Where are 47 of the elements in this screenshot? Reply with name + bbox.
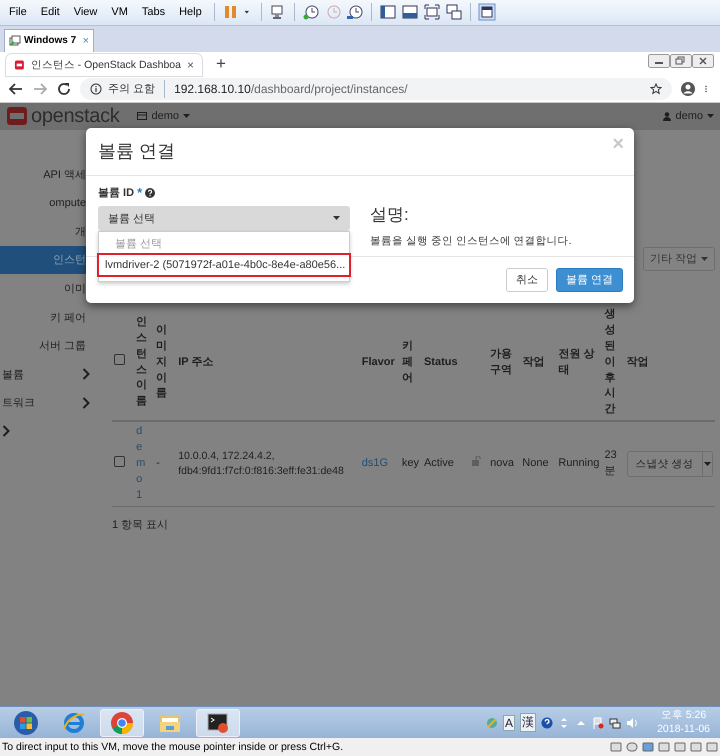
table-cell: None bbox=[520, 421, 556, 506]
volume-select[interactable]: 볼륨 선택 bbox=[98, 206, 350, 231]
logo-text: openstack bbox=[31, 104, 120, 128]
close-icon[interactable]: × bbox=[82, 34, 89, 47]
dropdown-option[interactable]: lvmdriver-2 (5071972f-a01e-4b0c-8e4e-a80e56... bbox=[97, 252, 351, 277]
menu-item[interactable]: Tabs bbox=[136, 6, 170, 18]
flavor-link[interactable]: ds1G bbox=[362, 457, 388, 470]
ime-button[interactable]: A bbox=[503, 714, 516, 731]
project-selector[interactable]: demo bbox=[137, 110, 190, 122]
dropdown-option[interactable]: 볼륨 선택 bbox=[99, 234, 349, 253]
table-cell: Running bbox=[556, 421, 603, 506]
sidebar-item[interactable]: 키 페어 bbox=[0, 302, 100, 332]
table-cell: 10.0.0.4, 172.24.4.2, fdb4:9fd1:f7cf:0:f816:3eff:fe31:de48 bbox=[176, 421, 360, 506]
user-menu[interactable]: demo bbox=[663, 110, 714, 122]
instance-link[interactable]: demo1 bbox=[136, 424, 144, 504]
column-header: 작업 bbox=[624, 304, 715, 422]
menu-item[interactable]: Edit bbox=[36, 6, 65, 18]
security-label: 주의 요함 bbox=[108, 82, 156, 96]
menu-item[interactable]: VM bbox=[106, 6, 133, 18]
table-cell: key bbox=[400, 421, 422, 506]
menu-item[interactable]: File bbox=[4, 6, 32, 18]
menu-item[interactable]: View bbox=[68, 6, 102, 18]
close-icon[interactable]: × bbox=[186, 58, 194, 72]
vm-tab[interactable]: Windows 7 × bbox=[4, 28, 94, 52]
ime-button[interactable]: 漢 bbox=[520, 713, 536, 732]
table-cell: 23 분 bbox=[602, 421, 625, 506]
table-cell: - bbox=[154, 421, 176, 506]
dialog-title: 볼륨 연결 bbox=[98, 140, 176, 164]
sidebar-item[interactable]: 서버 그룹 bbox=[0, 331, 100, 360]
required-mark: * bbox=[137, 185, 142, 200]
new-tab-button[interactable]: + bbox=[216, 54, 226, 74]
menu-item[interactable]: Help bbox=[174, 6, 207, 18]
table-cell: nova bbox=[488, 421, 520, 506]
sidebar-item[interactable]: 트워크 bbox=[0, 388, 100, 418]
url-text: 192.168.10.10/dashboard/project/instances/ bbox=[174, 82, 408, 96]
field-label: 볼륨 ID bbox=[98, 186, 134, 200]
snapshot-button[interactable]: 스냅샷 생성 bbox=[626, 451, 702, 478]
item-count: 1 항목 표시 bbox=[112, 518, 170, 532]
cancel-button[interactable]: 취소 bbox=[506, 268, 548, 292]
attach-volume-button[interactable]: 볼륨 연결 bbox=[556, 268, 623, 292]
status-text: To direct input to this VM, move the mouse pointer inside or press Ctrl+G. bbox=[2, 741, 344, 754]
more-actions-button[interactable]: 기타 작업 bbox=[642, 246, 715, 271]
table-cell: Active bbox=[422, 421, 470, 506]
address-field[interactable]: 주의 요함 192.168.10.10/dashboard/project/instances/ bbox=[80, 78, 672, 100]
sidebar-item[interactable]: 볼륨 bbox=[0, 360, 100, 388]
description-title: 설명: bbox=[370, 204, 410, 226]
description-text: 볼륨을 실행 중인 인스턴스에 연결합니다. bbox=[370, 234, 572, 248]
